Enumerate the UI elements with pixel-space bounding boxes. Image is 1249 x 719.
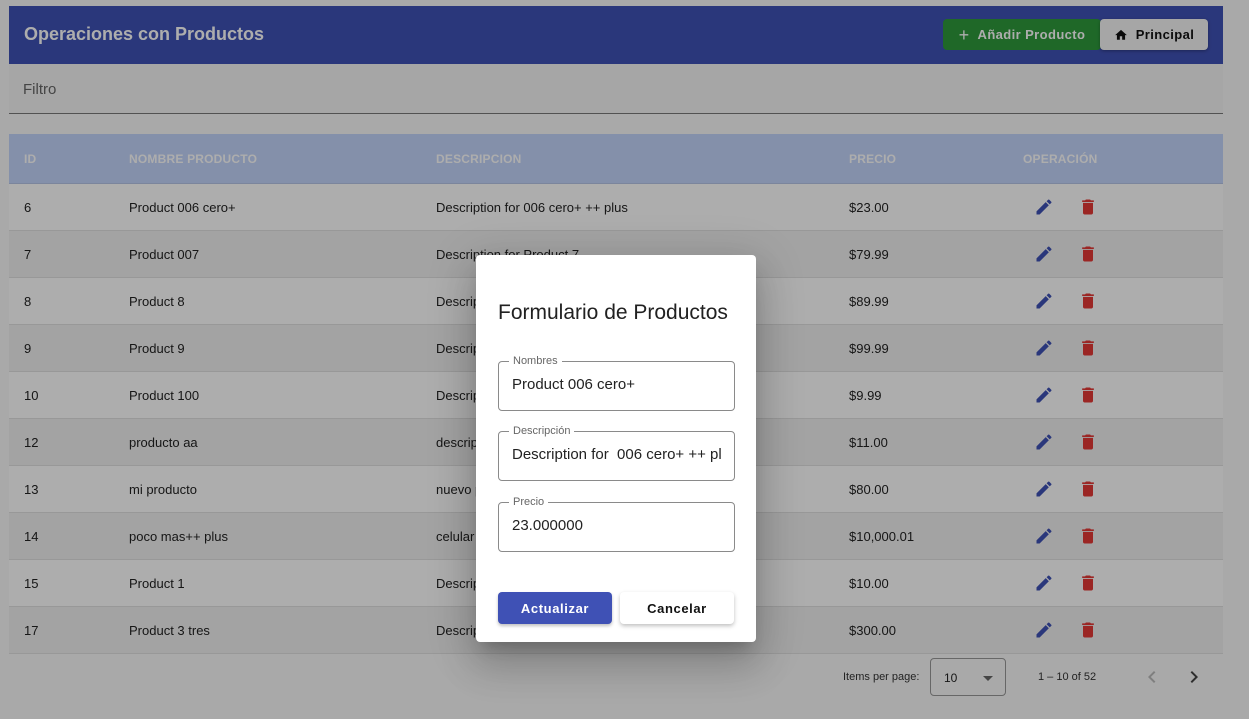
update-button[interactable]: Actualizar: [498, 592, 612, 624]
description-input[interactable]: [512, 446, 721, 463]
price-field: Precio: [498, 496, 735, 552]
product-form-dialog: Formulario de Productos Nombres Descripc…: [476, 255, 756, 642]
name-field-label: Nombres: [509, 355, 562, 367]
price-input[interactable]: [512, 517, 721, 534]
dialog-title: Formulario de Productos: [498, 301, 728, 324]
description-field-label: Descripción: [509, 425, 575, 437]
name-field: Nombres: [498, 355, 735, 411]
price-field-label: Precio: [509, 496, 549, 508]
description-field: Descripción: [498, 425, 735, 481]
cancel-button[interactable]: Cancelar: [620, 592, 734, 624]
name-input[interactable]: [512, 376, 721, 393]
